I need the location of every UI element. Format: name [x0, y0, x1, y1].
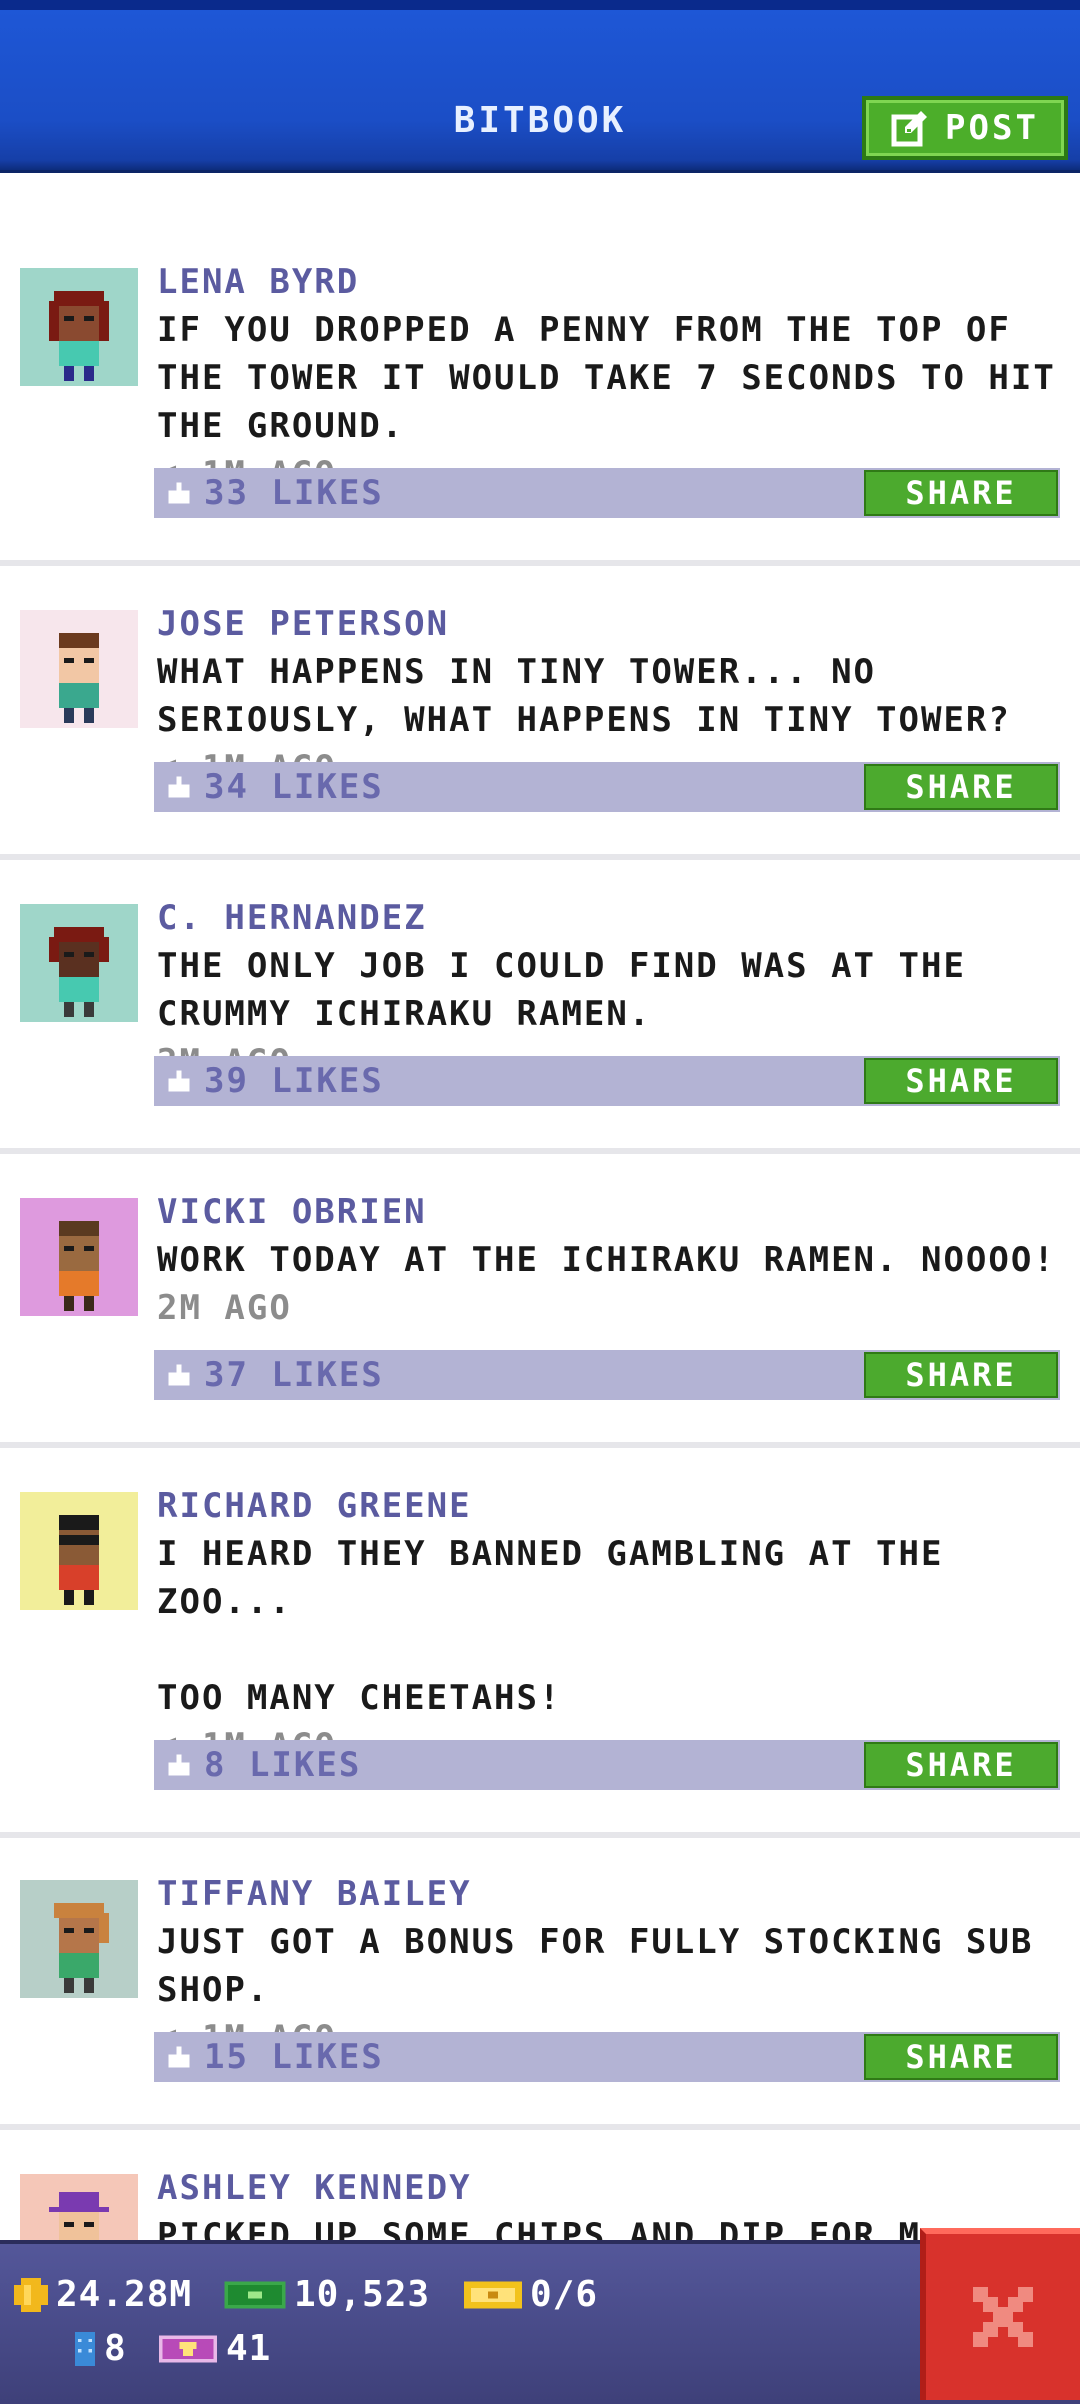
- bux-stat: 10,523: [224, 2274, 430, 2315]
- post-message: WORK TODAY AT THE ICHIRAKU RAMEN. NOOOO!: [157, 1240, 1056, 1280]
- list-item: VICKI OBRIEN WORK TODAY AT THE ICHIRAKU …: [0, 1192, 1080, 1490]
- divider: [0, 1148, 1080, 1154]
- avatar: [20, 1198, 138, 1316]
- likes-count: 33 LIKES: [204, 473, 384, 513]
- post-content: RICHARD GREENE I HEARD THEY BANNED GAMBL…: [157, 1482, 1062, 1770]
- status-bar: 24.28M 10,523 0/6 8 41: [0, 2240, 1080, 2404]
- list-item: LENA BYRD IF YOU DROPPED A PENNY FROM TH…: [0, 262, 1080, 568]
- post-author[interactable]: C. HERNANDEZ: [157, 894, 1062, 942]
- share-button[interactable]: SHARE: [864, 470, 1058, 516]
- like-icon: [168, 776, 190, 798]
- person-icon: [54, 1903, 109, 1993]
- list-item: TIFFANY BAILEY JUST GOT A BONUS FOR FULL…: [0, 1874, 1080, 2172]
- post-author[interactable]: LENA BYRD: [157, 258, 1062, 306]
- list-item: JOSE PETERSON WHAT HAPPENS IN TINY TOWER…: [0, 604, 1080, 902]
- divider: [0, 1442, 1080, 1448]
- likes-bar: 15 LIKES SHARE: [154, 2032, 1060, 2082]
- like-icon: [168, 1070, 190, 1092]
- coins-value: 24.28M: [56, 2274, 193, 2315]
- like-icon: [168, 2046, 190, 2068]
- vip-icon: [159, 2334, 217, 2363]
- divider: [0, 854, 1080, 860]
- likes-count: 34 LIKES: [204, 767, 384, 807]
- share-button[interactable]: SHARE: [864, 764, 1058, 810]
- floors-value: 8: [104, 2328, 127, 2369]
- feed-list[interactable]: LENA BYRD IF YOU DROPPED A PENNY FROM TH…: [0, 170, 1080, 2240]
- likes-bar: 34 LIKES SHARE: [154, 762, 1060, 812]
- avatar: [20, 610, 138, 728]
- likes-count: 37 LIKES: [204, 1355, 384, 1395]
- vip-stat: 41: [158, 2328, 271, 2369]
- share-button[interactable]: SHARE: [864, 1058, 1058, 1104]
- person-icon: [49, 927, 109, 1017]
- post-message: WHAT HAPPENS IN TINY TOWER... NO SERIOUS…: [157, 652, 1011, 740]
- like-icon: [168, 482, 190, 504]
- coin-icon: [14, 2277, 48, 2312]
- bux-value: 10,523: [294, 2274, 431, 2315]
- likes-count: 39 LIKES: [204, 1061, 384, 1101]
- post-content: LENA BYRD IF YOU DROPPED A PENNY FROM TH…: [157, 258, 1062, 498]
- likes-bar: 37 LIKES SHARE: [154, 1350, 1060, 1400]
- ticket-icon: [464, 2280, 522, 2309]
- post-author[interactable]: ASHLEY KENNEDY: [157, 2164, 1062, 2212]
- share-button[interactable]: SHARE: [864, 1352, 1058, 1398]
- post-message: IF YOU DROPPED A PENNY FROM THE TOP OF T…: [157, 310, 1056, 446]
- floors-stat: 8: [74, 2328, 127, 2369]
- avatar: [20, 1880, 138, 1998]
- list-item: RICHARD GREENE I HEARD THEY BANNED GAMBL…: [0, 1486, 1080, 1880]
- share-button[interactable]: SHARE: [864, 1742, 1058, 1788]
- post-button-label: POST: [945, 108, 1039, 148]
- app-header: BITBOOK POST: [0, 0, 1080, 170]
- tickets-value: 0/6: [530, 2274, 599, 2315]
- post-content: VICKI OBRIEN WORK TODAY AT THE ICHIRAKU …: [157, 1188, 1062, 1332]
- post-author[interactable]: VICKI OBRIEN: [157, 1188, 1062, 1236]
- likes-bar: 8 LIKES SHARE: [154, 1740, 1060, 1790]
- person-icon: [49, 291, 109, 381]
- list-item: ASHLEY KENNEDY PICKED UP SOME CHIPS AND …: [0, 2168, 1080, 2240]
- avatar: [20, 1492, 138, 1610]
- tickets-stat: 0/6: [464, 2274, 598, 2315]
- like-icon: [168, 1754, 190, 1776]
- likes-count: 8 LIKES: [204, 1745, 362, 1785]
- building-icon: [74, 2331, 96, 2366]
- list-item: C. HERNANDEZ THE ONLY JOB I COULD FIND W…: [0, 898, 1080, 1196]
- avatar: [20, 904, 138, 1022]
- compose-icon: [891, 111, 928, 147]
- likes-bar: 39 LIKES SHARE: [154, 1056, 1060, 1106]
- bux-icon: [224, 2280, 286, 2309]
- coins-stat: 24.28M: [14, 2274, 192, 2315]
- divider: [0, 2124, 1080, 2130]
- close-icon: [973, 2287, 1033, 2347]
- likes-bar: 33 LIKES SHARE: [154, 468, 1060, 518]
- post-time: 2M AGO: [157, 1288, 292, 1328]
- post-author[interactable]: JOSE PETERSON: [157, 600, 1062, 648]
- person-icon: [59, 1515, 99, 1605]
- post-message: JUST GOT A BONUS FOR FULLY STOCKING SUB …: [157, 1922, 1034, 2010]
- avatar: [20, 268, 138, 386]
- post-button[interactable]: POST: [862, 96, 1068, 160]
- close-button[interactable]: [920, 2228, 1080, 2400]
- person-icon: [49, 2192, 109, 2240]
- post-message: I HEARD THEY BANNED GAMBLING AT THE ZOO.…: [157, 1534, 944, 1718]
- avatar: [20, 2174, 138, 2240]
- vip-value: 41: [226, 2328, 272, 2369]
- likes-count: 15 LIKES: [204, 2037, 384, 2077]
- post-message: THE ONLY JOB I COULD FIND WAS AT THE CRU…: [157, 946, 966, 1034]
- divider: [0, 1832, 1080, 1838]
- person-icon: [59, 633, 99, 723]
- divider: [0, 560, 1080, 566]
- like-icon: [168, 1364, 190, 1386]
- share-button[interactable]: SHARE: [864, 2034, 1058, 2080]
- person-icon: [59, 1221, 99, 1311]
- post-author[interactable]: RICHARD GREENE: [157, 1482, 1062, 1530]
- post-author[interactable]: TIFFANY BAILEY: [157, 1870, 1062, 1918]
